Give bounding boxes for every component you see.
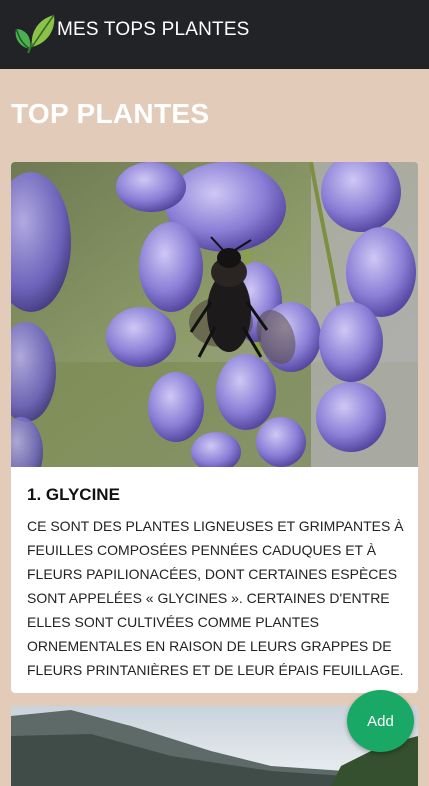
page-title: TOP PLANTES [11, 98, 210, 129]
leaves-logo-icon[interactable] [10, 9, 58, 57]
plant-card: 1. GLYCINE Ce sont des plantes ligneuses… [11, 162, 418, 693]
card-description: Ce sont des plantes ligneuses et grimpan… [27, 518, 404, 678]
top-navbar: MES TOPS PLANTES [0, 0, 429, 69]
add-button[interactable]: Add [347, 690, 414, 752]
app-title[interactable]: MES TOPS PLANTES [57, 19, 250, 41]
wisteria-bee-photo [11, 162, 418, 467]
card-title: 1. GLYCINE [27, 485, 120, 504]
